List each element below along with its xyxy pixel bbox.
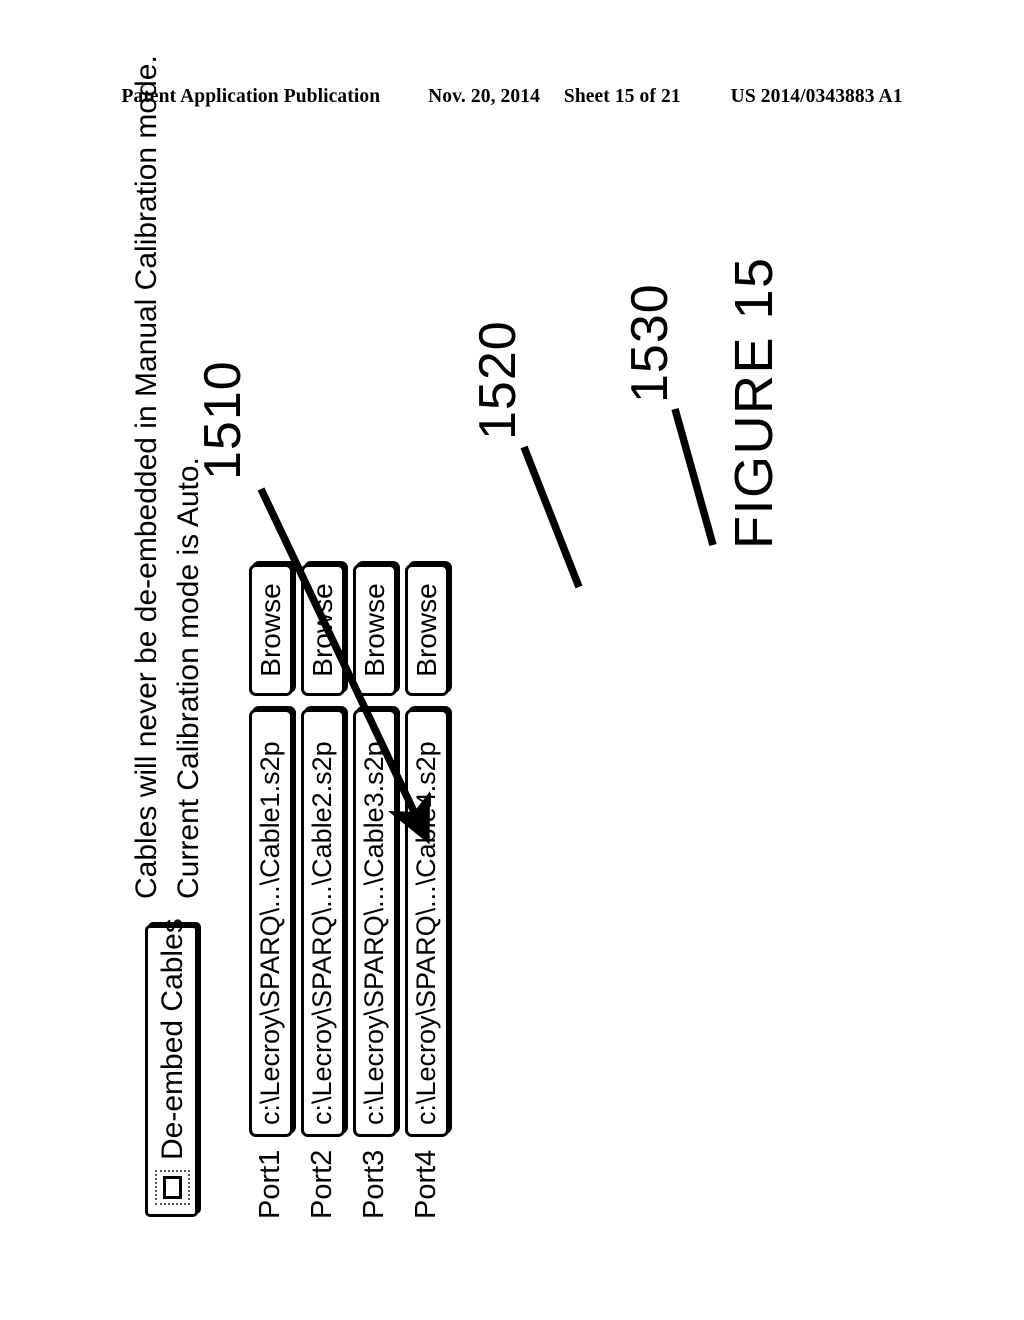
checkbox-focus-ring	[155, 1170, 190, 1205]
callout-leader-1520	[520, 445, 583, 589]
port-label: Port4	[410, 1149, 442, 1219]
callout-label-1520: 1520	[469, 320, 527, 440]
de-embed-cables-label: De-embed Cables	[155, 918, 189, 1160]
browse-button[interactable]: Browse	[404, 564, 449, 696]
de-embed-cables-checkbox-row[interactable]: De-embed Cables	[155, 918, 190, 1205]
port-list: Port1 c:\Lecroy\SPARQ\...\Cable1.s2p Bro…	[247, 564, 455, 1219]
de-embed-cables-checkbox[interactable]	[163, 1176, 182, 1199]
table-row: Port4 c:\Lecroy\SPARQ\...\Cable4.s2p Bro…	[403, 564, 450, 1219]
table-row: Port2 c:\Lecroy\SPARQ\...\Cable2.s2p Bro…	[299, 564, 346, 1219]
figure-caption: FIGURE 15	[724, 256, 784, 549]
port-label: Port1	[254, 1149, 286, 1219]
port-path-field[interactable]: c:\Lecroy\SPARQ\...\Cable4.s2p	[404, 709, 449, 1137]
figure-drawing: De-embed Cables Cables will never be de-…	[127, 55, 897, 1235]
table-row: Port3 c:\Lecroy\SPARQ\...\Cable3.s2p Bro…	[351, 564, 398, 1219]
browse-button[interactable]: Browse	[300, 564, 345, 696]
callout-label-1510: 1510	[194, 360, 252, 480]
port-path-field[interactable]: c:\Lecroy\SPARQ\...\Cable3.s2p	[352, 709, 397, 1137]
note-manual-calibration: Cables will never be de-embedded in Manu…	[130, 55, 163, 899]
port-label: Port3	[358, 1149, 390, 1219]
callout-leader-1530	[671, 407, 717, 547]
de-embed-cables-groupbox: De-embed Cables	[145, 918, 198, 1217]
port-label: Port2	[306, 1149, 338, 1219]
table-row: Port1 c:\Lecroy\SPARQ\...\Cable1.s2p Bro…	[247, 564, 294, 1219]
port-path-field[interactable]: c:\Lecroy\SPARQ\...\Cable2.s2p	[300, 709, 345, 1137]
figure-rotated-canvas: De-embed Cables Cables will never be de-…	[127, 55, 897, 1235]
note-current-calibration-mode: Current Calibration mode is Auto.	[172, 457, 205, 899]
callout-label-1530: 1530	[621, 283, 679, 403]
browse-button[interactable]: Browse	[248, 564, 293, 696]
port-path-field[interactable]: c:\Lecroy\SPARQ\...\Cable1.s2p	[248, 709, 293, 1137]
browse-button[interactable]: Browse	[352, 564, 397, 696]
